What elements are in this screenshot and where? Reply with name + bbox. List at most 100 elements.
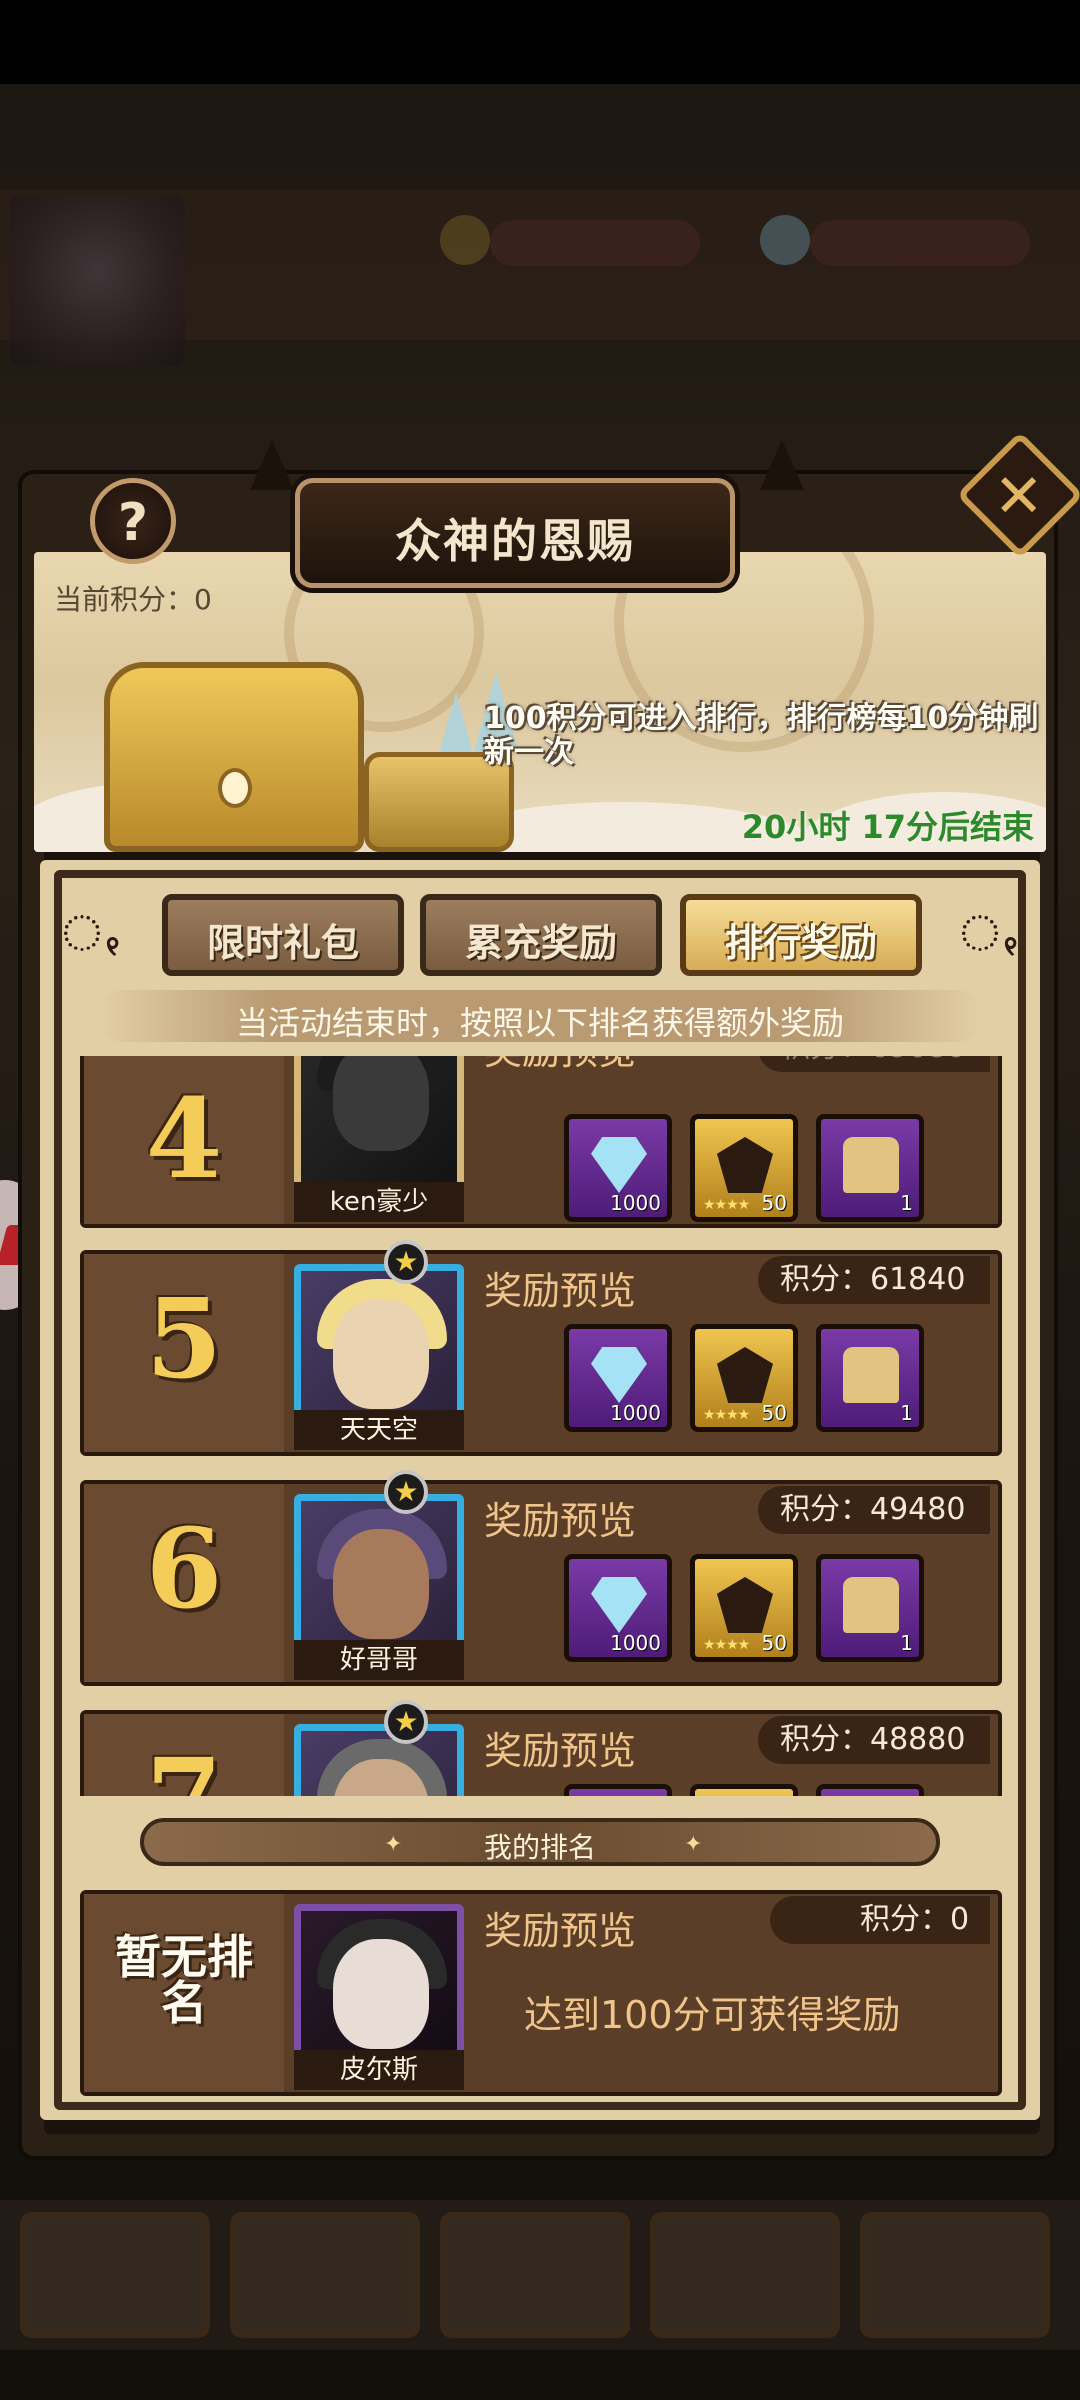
- item-count: 1: [900, 1401, 913, 1425]
- hero-shard-reward[interactable]: ★★★★ 50: [690, 1324, 798, 1432]
- ranking-list[interactable]: 4 ken豪少 奖励预览 积分：69080 1000 ★★★★ 50 1 5 ★ …: [60, 1056, 1020, 1796]
- rank-number: 7: [84, 1734, 284, 1796]
- hero-shard-icon: [717, 1347, 773, 1403]
- star-icon: ★: [384, 1700, 428, 1744]
- ranking-row: 4 ken豪少 奖励预览 积分：69080 1000 ★★★★ 50 1: [80, 1056, 1002, 1228]
- my-rank-divider: 我的排名 ✦ ✦: [140, 1818, 940, 1866]
- background-nav-tab: [230, 2212, 420, 2338]
- event-banner: 当前积分：0 100积分可进入排行，排行榜每10分钟刷新一次 20小时 17分后…: [34, 552, 1046, 852]
- left-swirl-ornament: ꩻ: [60, 884, 122, 966]
- avatar-face: [333, 1939, 429, 2049]
- reward-preview-label: 奖励预览: [484, 1729, 637, 1773]
- background-currency-pill: [490, 220, 700, 266]
- reward-preview-label: 奖励预览: [484, 1056, 636, 1075]
- star-icon: ★★★★: [703, 1637, 750, 1653]
- sparkle-icon: ✦: [684, 1832, 703, 1857]
- ranking-row: 6 ★ 好哥哥 奖励预览 积分：49480 1000 ★★★★ 50 1: [80, 1470, 1002, 1686]
- frame-spike: [760, 440, 804, 490]
- background-gem-icon: [760, 215, 810, 265]
- current-score: 当前积分：0: [54, 583, 212, 616]
- no-rank-text: 暂无排名: [115, 1930, 253, 2030]
- star-icon: ★: [384, 1470, 428, 1514]
- close-icon: ✕: [993, 461, 1044, 532]
- gem-reward[interactable]: 1000: [564, 1114, 672, 1222]
- star-icon: ★: [384, 1240, 428, 1284]
- item-count: 1000: [610, 1401, 661, 1425]
- background-nav-tab: [650, 2212, 840, 2338]
- item-count: 1000: [610, 1191, 661, 1215]
- gem-reward[interactable]: 1000: [564, 1554, 672, 1662]
- treasure-chest-icon: [843, 1347, 899, 1403]
- rank-number: 5: [145, 1274, 223, 1403]
- dialog-title-plate: 众神的恩赐: [295, 478, 735, 588]
- hint-text: 当活动结束时，按照以下排名获得额外奖励: [235, 1004, 844, 1042]
- rank-cell: 6: [84, 1484, 284, 1682]
- player-avatar[interactable]: [294, 1724, 464, 1796]
- dialog-title: 众神的恩赐: [395, 514, 635, 568]
- reward-preview-label: 奖励预览: [484, 1909, 637, 1953]
- frame-spike: [250, 440, 294, 490]
- chest-lock-icon: [218, 768, 252, 808]
- status-bar: [0, 0, 1080, 84]
- reward-preview-label: 奖励预览: [484, 1269, 637, 1313]
- rank-cell: 暂无排名: [84, 1894, 284, 2092]
- tab-ranking-reward[interactable]: 排行奖励: [680, 894, 922, 976]
- hero-shard-reward[interactable]: ★★★★ 50: [690, 1554, 798, 1662]
- item-count: 50: [761, 1191, 787, 1215]
- right-swirl-ornament: ꩻ: [958, 884, 1020, 966]
- item-count: 1: [900, 1191, 913, 1215]
- my-name: 皮尔斯: [294, 2050, 464, 2090]
- player-score: 积分：48880: [758, 1716, 990, 1764]
- hero-shard-reward[interactable]: ★★★★ 50: [690, 1114, 798, 1222]
- item-count: 1000: [610, 1631, 661, 1655]
- hero-shard-icon: [717, 1137, 773, 1193]
- question-icon: ?: [117, 493, 149, 553]
- tab-label: 排行奖励: [724, 921, 877, 965]
- star-icon: ★★★★: [703, 1407, 750, 1423]
- gem-icon: [591, 1577, 647, 1633]
- ranking-row: 7 ★ 奖励预览 积分：48880: [80, 1700, 1002, 1796]
- ranking-row: 5 ★ 天天空 奖励预览 积分：61840 1000 ★★★★ 50 1: [80, 1240, 1002, 1456]
- chest-reward[interactable]: 1: [816, 1114, 924, 1222]
- rank-cell: 4: [84, 1056, 284, 1224]
- background-nav-tab: [440, 2212, 630, 2338]
- my-score: 积分：0: [770, 1896, 990, 1944]
- rank-number: 6: [145, 1504, 223, 1633]
- my-rank-title: 我的排名: [483, 1831, 596, 1864]
- tab-recharge-reward[interactable]: 累充奖励: [420, 894, 662, 976]
- chest-reward[interactable]: [816, 1784, 924, 1796]
- rank-cell: 7: [84, 1714, 284, 1796]
- event-countdown: 20小时 17分后结束: [741, 808, 1034, 846]
- background-player-avatar: [10, 195, 185, 365]
- reward-preview-label: 奖励预览: [484, 1499, 637, 1543]
- tab-limited-gift[interactable]: 限时礼包: [162, 894, 404, 976]
- treasure-chest-icon: [843, 1577, 899, 1633]
- chest-reward[interactable]: 1: [816, 1554, 924, 1662]
- gem-reward[interactable]: 1000: [564, 1324, 672, 1432]
- avatar-face: [333, 1529, 429, 1639]
- sparkle-icon: ✦: [384, 1832, 403, 1857]
- hint-bar: 当活动结束时，按照以下排名获得额外奖励: [98, 990, 982, 1042]
- tab-label: 累充奖励: [464, 921, 617, 965]
- item-count: 1: [900, 1631, 913, 1655]
- background-currency-pill: [810, 220, 1030, 266]
- gem-icon: [591, 1347, 647, 1403]
- chest-reward[interactable]: 1: [816, 1324, 924, 1432]
- background-nav-tab: [20, 2212, 210, 2338]
- star-icon: ★★★★: [703, 1197, 750, 1213]
- hero-shard-reward[interactable]: [690, 1784, 798, 1796]
- player-score: 积分：49480: [758, 1486, 990, 1534]
- rank-number: 4: [145, 1074, 223, 1203]
- background-coin-icon: [440, 215, 490, 265]
- gem-reward[interactable]: [564, 1784, 672, 1796]
- ranking-note: 100积分可进入排行，排行榜每10分钟刷新一次: [484, 701, 1039, 770]
- player-score: 积分：69080: [758, 1056, 990, 1072]
- treasure-chest-icon: [843, 1137, 899, 1193]
- player-score: 积分：61840: [758, 1256, 990, 1304]
- background-bottom-nav: [0, 2200, 1080, 2350]
- hero-shard-icon: [717, 1577, 773, 1633]
- help-button[interactable]: ?: [90, 478, 176, 564]
- player-name: 天天空: [294, 1410, 464, 1450]
- rank-cell: 5: [84, 1254, 284, 1452]
- banner-treasure-chest: [104, 662, 364, 852]
